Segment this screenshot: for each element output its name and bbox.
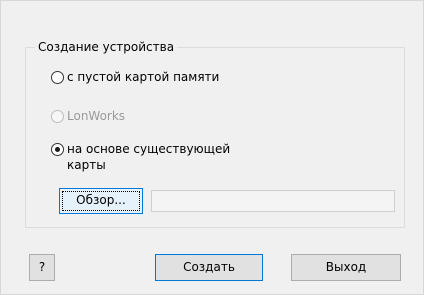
option-existing-card[interactable]: на основе существующей карты bbox=[51, 141, 267, 173]
option-lonworks[interactable]: LonWorks bbox=[51, 108, 125, 124]
help-button[interactable]: ? bbox=[29, 254, 55, 281]
card-path-field[interactable] bbox=[151, 190, 395, 212]
radio-button-icon[interactable] bbox=[51, 110, 64, 123]
option-label: LonWorks bbox=[67, 109, 126, 123]
radio-button-icon[interactable] bbox=[51, 71, 64, 84]
focus-ring bbox=[62, 191, 140, 211]
option-label: с пустой картой памяти bbox=[67, 70, 220, 84]
option-empty-memory-card[interactable]: с пустой картой памяти bbox=[51, 69, 219, 85]
radio-button-checked-icon[interactable] bbox=[51, 143, 64, 156]
exit-button[interactable]: Выход bbox=[291, 254, 401, 281]
groupbox-title: Создание устройства bbox=[35, 39, 178, 55]
option-label: на основе существующей карты bbox=[67, 142, 231, 172]
create-device-dialog: Создание устройства с пустой картой памя… bbox=[0, 0, 424, 295]
create-button[interactable]: Создать bbox=[155, 254, 263, 281]
browse-button[interactable]: Обзор... bbox=[59, 188, 143, 214]
